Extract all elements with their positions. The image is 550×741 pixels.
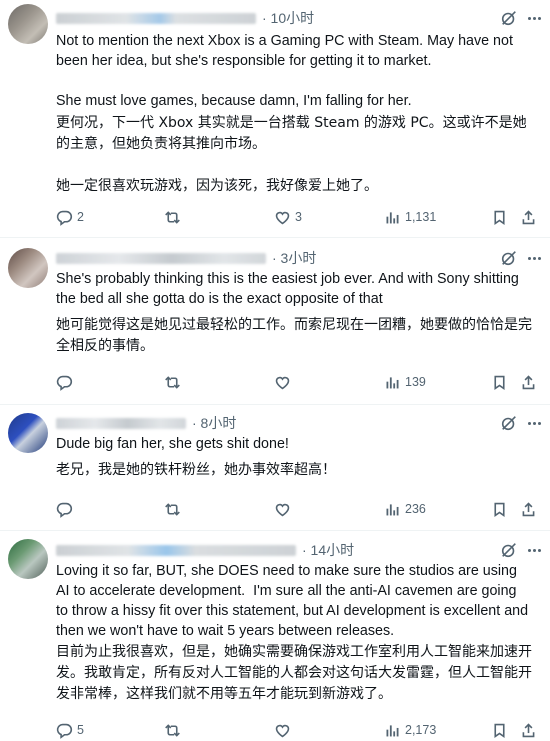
share-button[interactable] [520,720,537,740]
post-time[interactable]: · 8小时 [192,413,236,433]
views-icon [384,501,401,518]
post-time[interactable]: · 14小时 [302,540,354,560]
repost-icon [164,374,181,391]
repost-button[interactable] [164,720,185,740]
like-button[interactable] [274,720,295,740]
post-header: · 3小时 [56,248,316,268]
bookmark-button[interactable] [491,207,508,227]
post-header: · 14小时 [56,540,354,560]
reply-count: 2 [77,210,84,224]
action-bar: 139 [56,372,516,392]
share-button[interactable] [520,372,537,392]
views-icon [384,722,401,739]
bookmark-button[interactable] [491,720,508,740]
post-text-zh: 老兄，我是她的铁杆粉丝，她办事效率超高！ [56,462,336,478]
post-text-en: Loving it so far, BUT, she DOES need to … [56,563,533,639]
post-time[interactable]: · 10小时 [262,8,314,28]
views-icon [384,209,401,226]
views-button[interactable]: 1,131 [384,207,436,227]
author-name-blurred[interactable] [56,252,266,264]
views-count: 139 [405,375,426,389]
share-icon [520,209,537,226]
post-text-zh: 目前为止我很喜欢，但是，她确实需要确保游戏工作室利用人工智能来加速开发。我敢肯定… [56,644,532,702]
bookmark-button[interactable] [491,499,508,519]
post-4[interactable]: · 14小时 Loving it so far, BUT, she DOES n… [0,531,550,741]
like-count: 3 [295,210,302,224]
post-text-zh: 她可能觉得这是她见过最轻松的工作。而索尼现在一团糟，她要做的恰恰是完全相反的事情… [56,317,532,354]
bookmark-icon [491,722,508,739]
reply-button[interactable]: 5 [56,720,84,740]
like-icon [274,722,291,739]
views-icon [384,374,401,391]
views-button[interactable]: 2,173 [384,720,436,740]
bookmark-icon [491,374,508,391]
grok-icon[interactable] [500,9,518,27]
bookmark-button[interactable] [491,372,508,392]
bookmark-icon [491,501,508,518]
author-name-blurred[interactable] [56,12,256,24]
repost-button[interactable] [164,372,185,392]
repost-icon [164,209,181,226]
like-icon [274,209,291,226]
repost-icon [164,501,181,518]
share-button[interactable] [520,207,537,227]
like-button[interactable] [274,499,295,519]
like-button[interactable]: 3 [274,207,302,227]
bookmark-icon [491,209,508,226]
grok-icon[interactable] [500,414,518,432]
action-bar: 236 [56,499,516,519]
post-header: · 10小时 [56,8,314,28]
post-header: · 8小时 [56,413,236,433]
post-1[interactable]: · 10小时 Not to mention the next Xbox is a… [0,0,550,238]
avatar[interactable] [8,539,48,579]
more-icon[interactable] [524,9,544,27]
post-time[interactable]: · 3小时 [272,248,316,268]
like-icon [274,374,291,391]
views-button[interactable]: 236 [384,499,426,519]
repost-button[interactable] [164,207,185,227]
reply-icon [56,722,73,739]
like-icon [274,501,291,518]
like-button[interactable] [274,372,295,392]
reply-icon [56,501,73,518]
share-icon [520,722,537,739]
more-icon[interactable] [524,414,544,432]
grok-icon[interactable] [500,541,518,559]
more-icon[interactable] [524,249,544,267]
views-button[interactable]: 139 [384,372,426,392]
more-icon[interactable] [524,541,544,559]
share-icon [520,501,537,518]
reply-count: 5 [77,723,84,737]
author-name-blurred[interactable] [56,544,296,556]
views-count: 2,173 [405,723,437,737]
post-text-en: Not to mention the next Xbox is a Gaming… [56,33,513,109]
post-2[interactable]: · 3小时 She's probably thinking this is th… [0,238,550,405]
action-bar: 5 2,173 [56,720,516,740]
repost-icon [164,722,181,739]
share-button[interactable] [520,499,537,519]
reply-button[interactable]: 2 [56,207,84,227]
action-bar: 2 3 1,131 [56,207,516,227]
views-count: 1,131 [405,210,437,224]
avatar[interactable] [8,248,48,288]
reply-icon [56,374,73,391]
post-3[interactable]: · 8小时 Dude big fan her, she gets shit do… [0,405,550,531]
post-text-en: She's probably thinking this is the easi… [56,271,523,307]
reply-button[interactable] [56,372,77,392]
share-icon [520,374,537,391]
post-text-en: Dude big fan her, she gets shit done! [56,436,289,452]
grok-icon[interactable] [500,249,518,267]
author-name-blurred[interactable] [56,417,186,429]
avatar[interactable] [8,413,48,453]
post-text-zh: 更何况，下一代 Xbox 其实就是一台搭载 Steam 的游戏 PC。这或许不是… [56,115,527,194]
views-count: 236 [405,502,426,516]
avatar[interactable] [8,4,48,44]
repost-button[interactable] [164,499,185,519]
reply-button[interactable] [56,499,77,519]
reply-icon [56,209,73,226]
